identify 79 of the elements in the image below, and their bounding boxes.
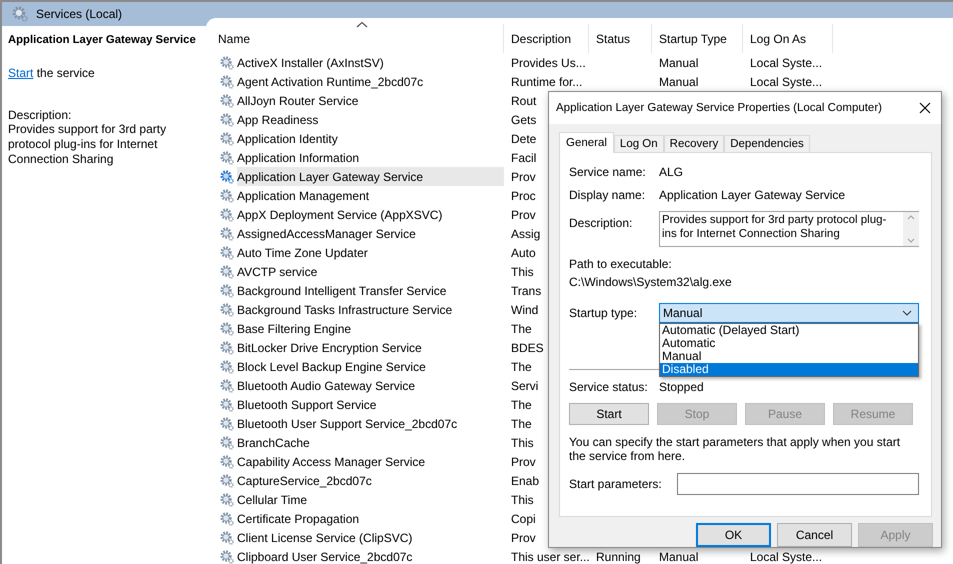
service-name: Bluetooth User Support Service_2bcd07c (237, 416, 458, 432)
path-value: C:\Windows\System32\alg.exe (569, 275, 733, 289)
service-name: CaptureService_2bcd07c (237, 472, 373, 490)
service-name: Application Information (237, 150, 360, 166)
table-cell: Facil (511, 150, 536, 164)
table-cell: Copi (511, 512, 536, 526)
field-label: Path to executable: (569, 257, 672, 271)
table-cell: Assig (511, 226, 540, 240)
table-cell: This (511, 264, 534, 278)
table-cell: The (511, 398, 532, 412)
service-name: AssignedAccessManager Service (237, 226, 417, 242)
table-cell: Provides Us... (511, 56, 586, 70)
service-name: Certificate Propagation (237, 510, 360, 528)
status-value: Stopped (659, 380, 704, 394)
table-cell: This (511, 436, 534, 450)
table-cell: Prov (511, 170, 536, 184)
service-name: AllJoyn Router Service (237, 92, 360, 110)
service-name: AVCTP service (237, 264, 318, 280)
service-name: Clipboard User Service_2bcd07c (237, 548, 414, 564)
table-cell: Runtime for... (511, 74, 582, 88)
service-name: Background Tasks Infrastructure Service (237, 302, 454, 318)
table-cell: Local Syste... (750, 550, 822, 564)
table-cell: This user ser... (511, 550, 590, 564)
field-value: Application Layer Gateway Service (659, 188, 846, 202)
service-name: Bluetooth Support Service (237, 396, 378, 414)
table-cell: Wind (511, 302, 538, 316)
table-cell: Prov (511, 530, 536, 544)
table-cell: The (511, 322, 532, 336)
field-label: Startup type: (569, 306, 638, 320)
field-value: ALG (659, 165, 684, 179)
start-service-text: Start the service (8, 66, 96, 80)
table-cell: Manual (659, 550, 698, 564)
table-cell: Manual (659, 56, 698, 70)
field-label: Description: (569, 215, 634, 230)
table-cell: Local Syste... (750, 74, 822, 88)
table-cell: Running (596, 550, 641, 564)
table-cell: Rout (511, 94, 536, 108)
hint-text: You can specify the start parameters that apply when you start the service from here. (569, 435, 902, 463)
field-label: Start parameters: (569, 477, 663, 491)
service-name: BitLocker Drive Encryption Service (237, 340, 423, 356)
description-text: Provides support for 3rd party protocol plug-ins for Internet Connection Sharing (8, 122, 168, 167)
table-cell: Auto (511, 246, 536, 260)
service-name: Bluetooth Audio Gateway Service (237, 378, 416, 394)
service-name: AppX Deployment Service (AppXSVC) (237, 206, 444, 224)
table-cell: Proc (511, 188, 536, 202)
table-cell: Manual (659, 74, 698, 88)
table-cell: Dete (511, 132, 536, 146)
table-cell: BDES (511, 340, 544, 354)
table-cell: The (511, 416, 532, 430)
service-name: Client License Service (ClipSVC) (237, 530, 414, 546)
service-name: Base Filtering Engine (237, 320, 352, 338)
service-name: Application Layer Gateway Service (237, 167, 504, 186)
table-cell: Gets (511, 112, 536, 126)
service-name: App Readiness (237, 112, 320, 128)
service-name: BranchCache (237, 434, 311, 452)
dialog-title: Application Layer Gateway Service Properties (Local Computer) (556, 102, 882, 114)
table-cell: Enab (511, 474, 540, 488)
service-name: Application Management (237, 188, 370, 204)
table-cell: The (511, 360, 532, 374)
description-label: Description: (8, 108, 72, 122)
field-label: Display name: (569, 188, 646, 202)
service-name: Block Level Backup Engine Service (237, 358, 427, 376)
service-name: Background Intelligent Transfer Service (237, 282, 448, 300)
field-label: Service name: (569, 165, 647, 179)
table-cell: Local Syste... (750, 56, 822, 70)
service-title: Application Layer Gateway Service (8, 34, 196, 46)
table-cell: Servi (511, 378, 538, 392)
service-name: Agent Activation Runtime_2bcd07c (237, 74, 424, 90)
table-cell: Prov (511, 208, 536, 222)
service-name: Capability Access Manager Service (237, 454, 426, 470)
service-name: Application Identity (237, 130, 339, 148)
service-name: Auto Time Zone Updater (237, 244, 369, 262)
table-cell: Trans (511, 284, 542, 298)
table-cell: Prov (511, 454, 536, 468)
service-name: Cellular Time (237, 492, 308, 508)
field-label: Service status: (569, 380, 649, 394)
window-title: Services (Local) (36, 7, 122, 21)
table-cell: This (511, 492, 534, 506)
service-name: ActiveX Installer (AxInstSV) (237, 54, 385, 72)
